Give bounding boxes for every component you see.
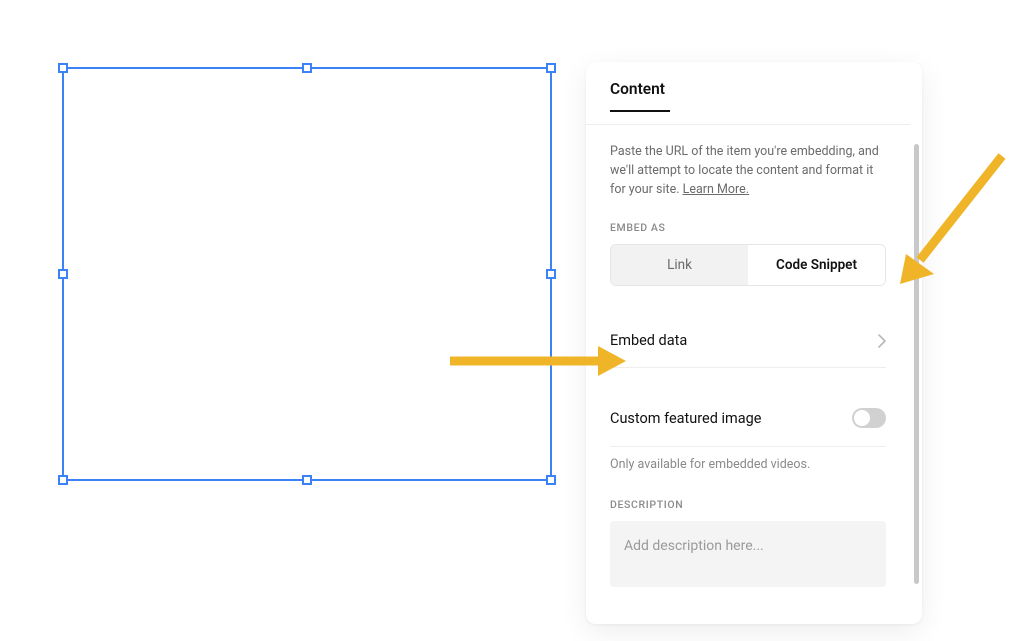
embed-data-row[interactable]: Embed data (610, 314, 886, 367)
embed-as-segmented: Link Code Snippet (610, 244, 886, 286)
embed-as-caption: EMBED AS (610, 221, 886, 234)
embed-as-link[interactable]: Link (611, 245, 748, 285)
resize-handle-middle-right[interactable] (546, 269, 556, 279)
custom-featured-image-row: Custom featured image (610, 390, 886, 446)
toggle-knob (854, 410, 870, 426)
resize-handle-bottom-left[interactable] (58, 475, 68, 485)
help-text: Paste the URL of the item you're embeddi… (610, 125, 886, 201)
resize-handle-top-right[interactable] (546, 63, 556, 73)
resize-handle-bottom-middle[interactable] (302, 475, 312, 485)
resize-handle-top-middle[interactable] (302, 63, 312, 73)
panel-scrollbar[interactable] (910, 62, 922, 624)
description-placeholder: Add description here... (624, 538, 764, 554)
description-input[interactable]: Add description here... (610, 521, 886, 587)
tab-underline (610, 110, 670, 112)
description-caption: DESCRIPTION (610, 498, 886, 511)
tab-content[interactable]: Content (610, 62, 886, 124)
custom-featured-image-label: Custom featured image (610, 410, 762, 427)
annotation-arrow-embed-data (450, 344, 626, 378)
resize-handle-middle-left[interactable] (58, 269, 68, 279)
resize-handle-top-left[interactable] (58, 63, 68, 73)
chevron-right-icon (878, 334, 886, 348)
custom-featured-image-toggle[interactable] (852, 408, 886, 428)
resize-handle-bottom-right[interactable] (546, 475, 556, 485)
content-panel: Content Paste the URL of the item you're… (586, 62, 922, 624)
featured-note: Only available for embedded videos. (610, 447, 886, 476)
embed-block-selection[interactable] (62, 67, 552, 481)
embed-as-code-snippet[interactable]: Code Snippet (748, 245, 885, 285)
learn-more-link[interactable]: Learn More. (683, 182, 750, 197)
annotation-arrow-code-snippet (892, 150, 1012, 290)
divider (610, 367, 886, 368)
tab-label: Content (610, 80, 886, 98)
